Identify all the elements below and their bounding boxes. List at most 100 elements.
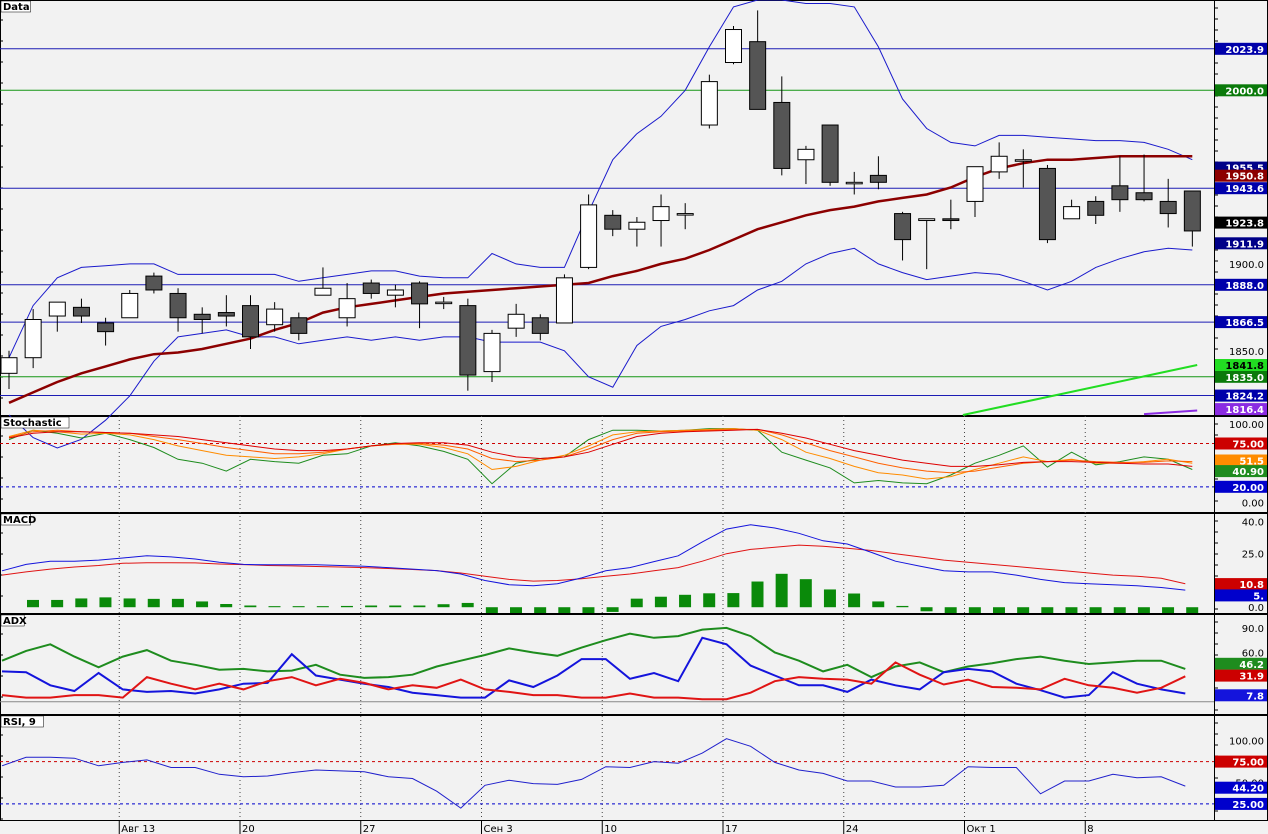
macd-histogram-bar	[268, 606, 281, 608]
rsi-axis-label: 100.00	[1229, 736, 1264, 747]
candle-body	[121, 292, 139, 319]
candle-body	[266, 308, 284, 326]
candle-body	[193, 313, 211, 320]
price-level-tag: 2023.9	[1225, 45, 1264, 56]
x-axis-label: 17	[725, 824, 738, 834]
x-axis-label: 27	[363, 824, 376, 834]
macd-histogram-bar	[244, 605, 257, 608]
candle-body	[1159, 200, 1177, 215]
candle-body	[821, 124, 839, 183]
macd-value-tag: 5.	[1253, 591, 1264, 602]
macd-histogram-bar	[534, 607, 547, 613]
panel-title: Data	[3, 2, 30, 13]
price-tag: 1841.8	[1225, 361, 1264, 372]
macd-histogram-bar	[944, 607, 957, 613]
candle-body	[48, 301, 66, 317]
macd-histogram-bar	[365, 605, 378, 608]
macd-histogram-bar	[220, 604, 233, 608]
macd-histogram-bar	[1017, 607, 1030, 613]
macd-axis-label: 25.0	[1242, 550, 1264, 561]
candle-body	[942, 218, 960, 222]
candle-body	[1183, 190, 1201, 232]
x-axis-label: 8	[1087, 824, 1093, 834]
macd-histogram-bar	[1089, 607, 1102, 613]
candle-body	[145, 275, 163, 291]
macd-histogram-bar	[123, 598, 136, 608]
candle-body	[362, 282, 380, 294]
candle-body	[894, 213, 912, 241]
candle-body	[169, 292, 187, 319]
candle-body	[773, 101, 791, 169]
rsi-tag: 25.00	[1232, 800, 1264, 811]
macd-histogram-bar	[1162, 607, 1175, 613]
adx-axis-label: 90.0	[1242, 624, 1264, 635]
macd-histogram-bar	[582, 607, 595, 613]
price-tag: 1950.8	[1225, 172, 1264, 183]
candle-body	[845, 181, 863, 185]
macd-histogram-bar	[461, 602, 474, 608]
candle-body	[918, 218, 936, 222]
candle-body	[652, 206, 670, 222]
macd-histogram-bar	[413, 605, 426, 608]
price-level-tag: 1866.5	[1225, 318, 1264, 329]
panel-title: Stochastic	[3, 418, 62, 429]
candle-body	[966, 166, 984, 202]
price-level-tag: 1824.2	[1225, 392, 1264, 403]
candle-body	[97, 322, 115, 333]
macd-histogram-bar	[1041, 607, 1054, 613]
price-tag: 1923.8	[1225, 219, 1264, 230]
macd-histogram-bar	[1137, 607, 1150, 613]
macd-histogram-bar	[510, 607, 522, 613]
candle-body	[314, 287, 332, 296]
x-axis-label: Окт 1	[967, 824, 996, 834]
price-level-tag: 2000.0	[1225, 86, 1264, 97]
price-axis-label: 1850.0	[1229, 347, 1264, 358]
candle-body	[725, 29, 742, 64]
macd-histogram-bar	[727, 593, 740, 608]
candle-body	[990, 155, 1008, 173]
macd-axis-label: 0.0	[1248, 603, 1264, 614]
price-level-tag: 1835.0	[1225, 373, 1264, 384]
stochastic-axis-label: 0.00	[1242, 499, 1264, 510]
macd-histogram-bar	[896, 605, 909, 608]
macd-histogram-bar	[437, 604, 450, 608]
macd-histogram-bar	[99, 597, 112, 608]
macd-histogram-bar	[75, 598, 88, 608]
candle-body	[1135, 192, 1153, 201]
candle-body	[1111, 185, 1129, 201]
x-axis-label: Авг 13	[121, 824, 155, 834]
x-axis-label: 20	[242, 824, 255, 834]
candle-body	[1038, 167, 1056, 241]
candle-body	[749, 41, 767, 110]
candle-body	[386, 289, 404, 296]
macd-histogram-bar	[196, 601, 209, 608]
macd-histogram-bar	[848, 593, 861, 608]
macd-histogram-bar	[751, 581, 764, 608]
price-level-tag: 1943.6	[1225, 184, 1264, 195]
macd-histogram-bar	[1065, 607, 1078, 613]
macd-histogram-bar	[558, 607, 571, 613]
panel-title: MACD	[3, 515, 36, 526]
candle-body	[242, 305, 259, 338]
adx-tag: 46.2	[1239, 660, 1264, 671]
candle-body	[0, 357, 18, 374]
candle-body	[531, 317, 549, 334]
candle-body	[507, 313, 525, 329]
candle-body	[459, 305, 477, 376]
stochastic-axis-label: 100.00	[1229, 420, 1264, 431]
macd-histogram-bar	[171, 598, 184, 608]
macd-histogram-bar	[775, 573, 788, 608]
financial-chart: 2023.9 2000.0 1943.6 1888.0 1866.5 1835.0 1824…	[0, 0, 1268, 834]
rsi-tag: 75.00	[1232, 758, 1264, 769]
candle-body	[1014, 159, 1032, 162]
candle-body	[1063, 206, 1081, 220]
macd-histogram-bar	[920, 607, 933, 612]
macd-histogram-bar	[630, 598, 643, 608]
stochastic-tag: 75.00	[1232, 440, 1264, 451]
x-axis-label: 24	[846, 824, 859, 834]
macd-histogram-bar	[703, 593, 716, 608]
candle-body	[555, 277, 573, 324]
macd-histogram-bar	[485, 607, 498, 613]
candle-body	[604, 214, 622, 230]
panel-title: RSI, 9	[3, 717, 36, 728]
